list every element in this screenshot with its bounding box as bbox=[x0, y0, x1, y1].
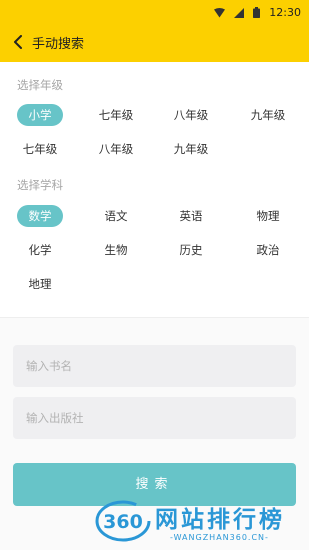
grade-chip-grade7[interactable]: 七年级 bbox=[93, 104, 139, 126]
subject-row-2: 化学 生物 历史 政治 bbox=[0, 239, 309, 261]
subject-row-3: 地理 bbox=[0, 273, 309, 295]
grade-chip-grade9-b[interactable]: 九年级 bbox=[168, 138, 214, 160]
battery-icon bbox=[253, 3, 261, 22]
subject-chip-chinese[interactable]: 语文 bbox=[93, 205, 139, 227]
grade-row-1: 小学 七年级 八年级 九年级 bbox=[0, 104, 309, 126]
subject-chip-math[interactable]: 数学 bbox=[17, 205, 63, 227]
subject-row-1: 数学 语文 英语 物理 bbox=[0, 205, 309, 227]
wifi-icon bbox=[214, 3, 226, 22]
back-button[interactable] bbox=[4, 22, 32, 62]
status-bar: 12:30 bbox=[0, 0, 309, 22]
watermark-logo-icon: 360 bbox=[95, 500, 151, 542]
subject-chip-history[interactable]: 历史 bbox=[168, 239, 214, 261]
filter-panel: 选择年级 小学 七年级 八年级 九年级 七年级 八年级 九年级 选择学科 数学 … bbox=[0, 62, 309, 317]
grade-chip-grade9[interactable]: 九年级 bbox=[245, 104, 291, 126]
app-bar: 手动搜索 bbox=[0, 22, 309, 62]
book-name-field[interactable] bbox=[13, 345, 296, 387]
grade-row-2: 七年级 八年级 九年级 bbox=[0, 138, 309, 160]
subject-chip-biology[interactable]: 生物 bbox=[93, 239, 139, 261]
subject-chip-geography[interactable]: 地理 bbox=[17, 273, 63, 295]
grade-chip-grade8-b[interactable]: 八年级 bbox=[93, 138, 139, 160]
signal-icon bbox=[234, 3, 245, 22]
grade-section-label: 选择年级 bbox=[17, 78, 63, 92]
status-time: 12:30 bbox=[269, 6, 301, 19]
subject-chip-chemistry[interactable]: 化学 bbox=[17, 239, 63, 261]
watermark: 360 网站排行榜 -WANGZHAN360.CN- bbox=[95, 498, 309, 550]
watermark-subtext: -WANGZHAN360.CN- bbox=[170, 533, 269, 542]
book-name-input[interactable] bbox=[26, 359, 296, 373]
grade-chip-primary[interactable]: 小学 bbox=[17, 104, 63, 126]
watermark-logo-text: 360 bbox=[103, 511, 143, 533]
subject-chip-english[interactable]: 英语 bbox=[168, 205, 214, 227]
publisher-input[interactable] bbox=[26, 411, 296, 425]
watermark-text: 网站排行榜 bbox=[155, 507, 285, 533]
subject-chip-politics[interactable]: 政治 bbox=[245, 239, 291, 261]
subject-section-label: 选择学科 bbox=[17, 178, 63, 192]
page-title: 手动搜索 bbox=[32, 36, 85, 52]
grade-chip-grade7-b[interactable]: 七年级 bbox=[17, 138, 63, 160]
publisher-field[interactable] bbox=[13, 397, 296, 439]
chevron-left-icon bbox=[14, 35, 22, 49]
subject-chip-physics[interactable]: 物理 bbox=[245, 205, 291, 227]
grade-chip-grade8[interactable]: 八年级 bbox=[168, 104, 214, 126]
